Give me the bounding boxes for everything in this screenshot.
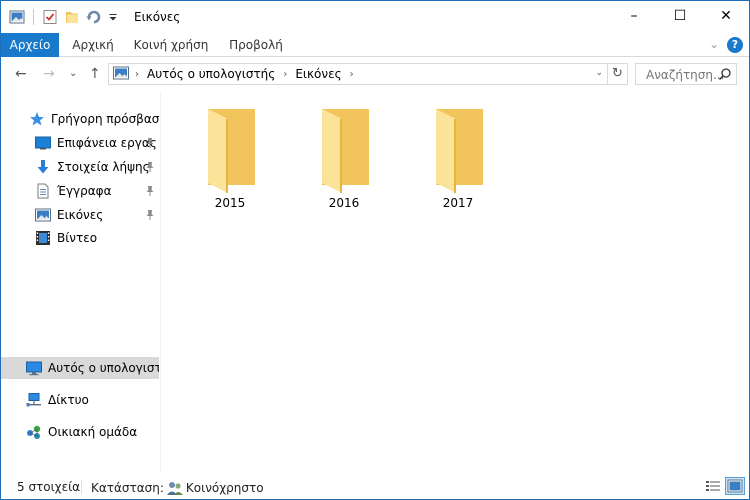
quick-access-toolbar: [9, 8, 118, 26]
minimize-icon: –: [630, 8, 638, 24]
status-bar: 5 στοιχεία Κατάσταση: Κοινόχρηστο: [1, 475, 749, 499]
undo-icon[interactable]: [86, 9, 102, 25]
customize-toolbar-chevron-icon[interactable]: [108, 9, 118, 25]
sidebar-item-videos[interactable]: Βίντεο: [1, 227, 159, 249]
file-list-view: 2015 2016 2017: [162, 93, 748, 473]
large-icons-view-button[interactable]: [725, 477, 745, 495]
folder-icon: [208, 109, 255, 193]
state-label: Κατάσταση:: [91, 481, 164, 495]
sidebar-item-this-pc[interactable]: Αυτός ο υπολογιστ: [1, 357, 159, 379]
sidebar-item-homegroup[interactable]: Οικιακή ομάδα: [1, 421, 159, 443]
search-placeholder: Αναζήτηση...: [646, 68, 725, 82]
navigation-row: ← → ⌄ ↑ › Αυτός ο υπολογιστής › Εικόνες …: [1, 58, 749, 92]
sidebar-item-documents[interactable]: Έγγραφα: [1, 180, 159, 202]
recent-locations-chevron-icon[interactable]: ⌄: [69, 68, 77, 79]
folder-item[interactable]: 2015: [190, 107, 270, 210]
state-value: Κοινόχρηστο: [185, 481, 264, 495]
breadcrumb-separator[interactable]: ›: [283, 69, 287, 80]
tab-share[interactable]: Κοινή χρήση: [127, 33, 215, 57]
breadcrumb-pictures[interactable]: Εικόνες: [295, 67, 341, 81]
network-icon: [26, 392, 42, 408]
sidebar-item-downloads[interactable]: Στοιχεία λήψης: [1, 156, 159, 178]
address-bar[interactable]: › Αυτός ο υπολογιστής › Εικόνες › ⌄ ↻: [108, 63, 628, 85]
maximize-button[interactable]: ☐: [657, 1, 703, 31]
documents-icon: [35, 183, 51, 199]
tab-home[interactable]: Αρχική: [63, 33, 123, 57]
details-view-icon: [706, 481, 720, 491]
breadcrumb-separator[interactable]: ›: [350, 69, 354, 80]
folder-item[interactable]: 2017: [418, 107, 498, 210]
this-pc-icon: [26, 360, 42, 376]
sidebar-item-label: Επιφάνεια εργας: [57, 136, 157, 150]
folder-name: 2016: [328, 196, 360, 210]
sidebar-item-label: Έγγραφα: [57, 184, 112, 198]
title-bar: Εικόνες – ☐ ✕: [1, 1, 749, 33]
sidebar-item-label: Στοιχεία λήψης: [57, 160, 150, 174]
sidebar-item-label: Αυτός ο υπολογιστ: [48, 361, 159, 375]
window-pictures-icon[interactable]: [9, 9, 25, 25]
status-divider: [81, 480, 82, 494]
sidebar-item-label: Βίντεο: [57, 231, 98, 245]
maximize-icon: ☐: [673, 8, 687, 24]
ribbon-tabs: Αρχείο Αρχική Κοινή χρήση Προβολή ⌄ ?: [1, 33, 749, 57]
folder-item[interactable]: 2016: [304, 107, 384, 210]
folder-icon: [436, 109, 483, 193]
help-icon[interactable]: ?: [727, 37, 743, 53]
sharing-state: Κατάσταση: Κοινόχρηστο: [91, 480, 264, 496]
pin-icon[interactable]: [145, 161, 155, 173]
folder-name: 2015: [214, 196, 246, 210]
star-icon: [29, 111, 45, 127]
folder-icon: [322, 109, 369, 193]
folder-name: 2017: [442, 196, 474, 210]
sidebar-item-label: Γρήγορη πρόσβαση: [51, 112, 159, 126]
breadcrumb-separator: ›: [135, 68, 139, 80]
pin-icon[interactable]: [145, 137, 155, 149]
sidebar-item-quick-access[interactable]: Γρήγορη πρόσβαση: [1, 108, 159, 130]
large-icons-view-icon: [727, 479, 743, 493]
pictures-icon: [35, 207, 51, 223]
sidebar-item-network[interactable]: Δίκτυο: [1, 389, 159, 411]
item-count: 5 στοιχεία: [17, 480, 81, 494]
up-arrow-icon[interactable]: ↑: [89, 66, 101, 82]
pin-icon[interactable]: [145, 209, 155, 221]
back-arrow-icon[interactable]: ←: [15, 66, 27, 82]
explorer-window: Εικόνες – ☐ ✕ Αρχείο Αρχική Κοινή χρήση …: [0, 0, 750, 500]
search-input[interactable]: Αναζήτηση...: [635, 63, 737, 85]
properties-icon[interactable]: [42, 9, 58, 25]
ribbon-expand-chevron-icon[interactable]: ⌄: [709, 37, 719, 51]
sidebar-item-label: Οικιακή ομάδα: [48, 425, 138, 439]
window-title: Εικόνες: [134, 10, 181, 24]
sidebar-item-pictures[interactable]: Εικόνες: [1, 204, 159, 226]
breadcrumb-this-pc[interactable]: Αυτός ο υπολογιστής: [147, 67, 275, 81]
toolbar-divider: [33, 9, 34, 25]
address-pictures-icon: [113, 66, 129, 83]
address-dropdown-chevron-icon[interactable]: ⌄: [595, 68, 603, 78]
close-button[interactable]: ✕: [703, 1, 749, 31]
tab-file[interactable]: Αρχείο: [1, 33, 59, 57]
refresh-icon[interactable]: ↻: [607, 64, 627, 84]
new-folder-icon[interactable]: [64, 9, 80, 25]
shared-users-icon: [166, 480, 184, 496]
videos-icon: [35, 230, 51, 246]
sidebar-item-desktop[interactable]: Επιφάνεια εργας: [1, 132, 159, 154]
search-icon: [718, 67, 732, 81]
pin-icon[interactable]: [145, 185, 155, 197]
close-icon: ✕: [720, 8, 732, 24]
forward-arrow-icon[interactable]: →: [43, 66, 55, 82]
sidebar-item-label: Δίκτυο: [48, 393, 89, 407]
tab-view[interactable]: Προβολή: [219, 33, 293, 57]
navigation-pane: Γρήγορη πρόσβαση Επιφάνεια εργας Στοιχεί…: [1, 93, 161, 473]
homegroup-icon: [26, 424, 42, 440]
minimize-button[interactable]: –: [611, 1, 657, 31]
desktop-icon: [35, 135, 51, 151]
sidebar-item-label: Εικόνες: [57, 208, 104, 222]
download-icon: [35, 159, 51, 175]
details-view-button[interactable]: [703, 477, 723, 495]
